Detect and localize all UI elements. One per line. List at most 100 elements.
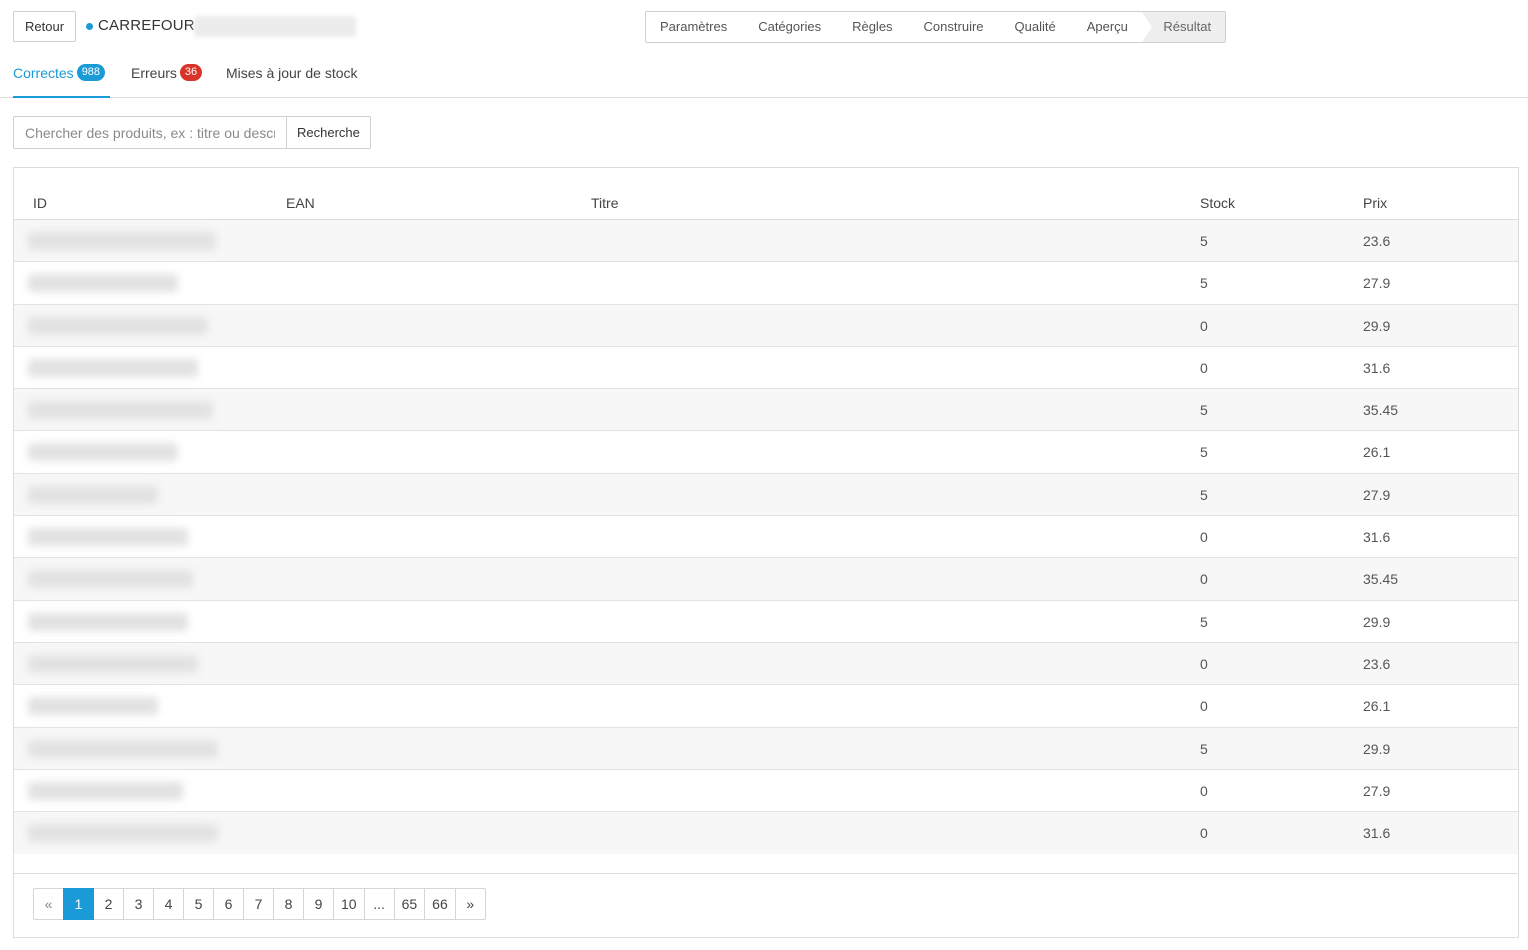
top-bar: Retour CARREFOUR Paramètres Catégories R… bbox=[0, 0, 1528, 54]
page-button-7[interactable]: 7 bbox=[243, 888, 274, 920]
step-qualite[interactable]: Qualité bbox=[999, 12, 1071, 42]
divider bbox=[14, 873, 1518, 874]
price-cell: 27.9 bbox=[1363, 275, 1391, 292]
stock-cell: 0 bbox=[1200, 655, 1208, 672]
stock-cell: 5 bbox=[1200, 740, 1208, 757]
redacted-id-cell bbox=[28, 358, 198, 377]
step-resultat[interactable]: Résultat bbox=[1142, 12, 1226, 42]
next-page-button[interactable]: » bbox=[454, 888, 486, 920]
table-row[interactable]: 5 29.9 bbox=[14, 601, 1518, 643]
page-button-10[interactable]: 10 bbox=[333, 888, 365, 920]
column-header-stock[interactable]: Stock bbox=[1200, 195, 1235, 211]
page-button-8[interactable]: 8 bbox=[273, 888, 304, 920]
step-parametres[interactable]: Paramètres bbox=[646, 12, 743, 42]
table-row[interactable]: 0 31.6 bbox=[14, 812, 1518, 855]
redacted-id-cell bbox=[28, 612, 188, 631]
table-row[interactable]: 0 26.1 bbox=[14, 685, 1518, 728]
redacted-id-cell bbox=[28, 232, 216, 250]
wizard-steps: Paramètres Catégories Règles Construire … bbox=[645, 11, 1227, 43]
stock-cell: 5 bbox=[1200, 402, 1208, 419]
stock-cell: 5 bbox=[1200, 486, 1208, 503]
price-cell: 27.9 bbox=[1363, 486, 1391, 503]
redacted-id-cell bbox=[28, 316, 208, 335]
price-cell: 27.9 bbox=[1363, 782, 1391, 799]
redacted-id-cell bbox=[28, 824, 218, 843]
stock-cell: 0 bbox=[1200, 782, 1208, 799]
stock-cell: 5 bbox=[1200, 444, 1208, 461]
redacted-id-cell bbox=[28, 528, 188, 547]
pagination: «1 2 3 4 5 6 7 8 9 10... 65 66» bbox=[33, 888, 486, 920]
column-header-prix[interactable]: Prix bbox=[1363, 195, 1387, 211]
redacted-id-cell bbox=[28, 781, 183, 800]
tab-correctes[interactable]: Correctes 988 bbox=[13, 63, 110, 98]
redacted-shop-detail bbox=[194, 16, 356, 37]
redacted-id-cell bbox=[28, 697, 158, 716]
table-row[interactable]: 0 31.6 bbox=[14, 516, 1518, 559]
table-row[interactable]: 0 27.9 bbox=[14, 770, 1518, 813]
table-row[interactable]: 5 35.45 bbox=[14, 389, 1518, 432]
page-button-2[interactable]: 2 bbox=[93, 888, 124, 920]
back-button[interactable]: Retour bbox=[13, 11, 77, 42]
table-row[interactable]: 0 29.9 bbox=[14, 304, 1518, 347]
stock-cell: 0 bbox=[1200, 359, 1208, 376]
price-cell: 31.6 bbox=[1363, 529, 1391, 546]
column-header-id[interactable]: ID bbox=[33, 195, 47, 211]
error-count-badge: 36 bbox=[179, 63, 203, 81]
price-cell: 26.1 bbox=[1363, 444, 1391, 461]
redacted-id-cell bbox=[28, 401, 213, 420]
price-cell: 23.6 bbox=[1363, 233, 1391, 249]
page-button-9[interactable]: 9 bbox=[303, 888, 334, 920]
step-apercu[interactable]: Aperçu bbox=[1071, 12, 1143, 42]
redacted-id-cell bbox=[28, 739, 218, 758]
table-row[interactable]: 5 23.6 bbox=[14, 220, 1518, 263]
products-table: ID EAN Titre Stock Prix 5 23.6 5 27.9 0 29.9 0… bbox=[14, 168, 1518, 855]
stock-cell: 5 bbox=[1200, 233, 1208, 249]
price-cell: 26.1 bbox=[1363, 698, 1391, 715]
redacted-id-cell bbox=[28, 443, 178, 462]
status-dot-icon bbox=[86, 23, 93, 30]
count-badge: 988 bbox=[76, 63, 106, 81]
page-button-5[interactable]: 5 bbox=[183, 888, 214, 920]
stock-cell: 0 bbox=[1200, 317, 1208, 334]
table-row[interactable]: 0 35.45 bbox=[14, 558, 1518, 601]
tab-label: Erreurs bbox=[131, 65, 177, 82]
step-regles[interactable]: Règles bbox=[837, 12, 908, 42]
tab-mises-a-jour-stock[interactable]: Mises à jour de stock bbox=[226, 64, 358, 98]
search-bar: Recherche bbox=[13, 116, 371, 149]
page-button-4[interactable]: 4 bbox=[153, 888, 184, 920]
step-construire[interactable]: Construire bbox=[908, 12, 999, 42]
previous-page-button[interactable]: « bbox=[33, 888, 64, 920]
stock-cell: 0 bbox=[1200, 571, 1208, 588]
table-row[interactable]: 5 27.9 bbox=[14, 473, 1518, 517]
column-header-ean[interactable]: EAN bbox=[286, 195, 315, 211]
price-cell: 29.9 bbox=[1363, 613, 1391, 630]
result-tabs: Correctes 988 Erreurs 36 Mises à jour de s… bbox=[0, 54, 1528, 98]
price-cell: 35.45 bbox=[1363, 402, 1399, 419]
table-row[interactable]: 0 23.6 bbox=[14, 642, 1518, 686]
step-categories[interactable]: Catégories bbox=[743, 12, 837, 42]
search-button[interactable]: Recherche bbox=[286, 116, 371, 149]
tab-erreurs[interactable]: Erreurs 36 bbox=[131, 63, 203, 98]
table-header: ID EAN Titre Stock Prix bbox=[14, 168, 1518, 220]
page-button-3[interactable]: 3 bbox=[123, 888, 154, 920]
table-row[interactable]: 5 29.9 bbox=[14, 727, 1518, 770]
column-header-titre[interactable]: Titre bbox=[591, 195, 618, 211]
redacted-id-cell bbox=[28, 570, 193, 589]
pagination-ellipsis[interactable]: ... bbox=[363, 888, 395, 920]
redacted-id-cell bbox=[28, 485, 158, 504]
shop-name: CARREFOUR bbox=[98, 17, 195, 34]
page-button-65[interactable]: 65 bbox=[393, 888, 426, 920]
table-row[interactable]: 5 26.1 bbox=[14, 431, 1518, 474]
search-input[interactable] bbox=[13, 116, 286, 149]
price-cell: 29.9 bbox=[1363, 740, 1391, 757]
table-row[interactable]: 0 31.6 bbox=[14, 347, 1518, 390]
table-row[interactable]: 5 27.9 bbox=[14, 262, 1518, 305]
page-button-6[interactable]: 6 bbox=[213, 888, 244, 920]
stock-cell: 0 bbox=[1200, 825, 1208, 842]
page-button-66[interactable]: 66 bbox=[424, 888, 456, 920]
page-button-1[interactable]: 1 bbox=[63, 888, 94, 920]
stock-cell: 5 bbox=[1200, 275, 1208, 292]
redacted-id-cell bbox=[28, 654, 198, 673]
stock-cell: 0 bbox=[1200, 698, 1208, 715]
tab-label: Correctes bbox=[13, 65, 74, 82]
